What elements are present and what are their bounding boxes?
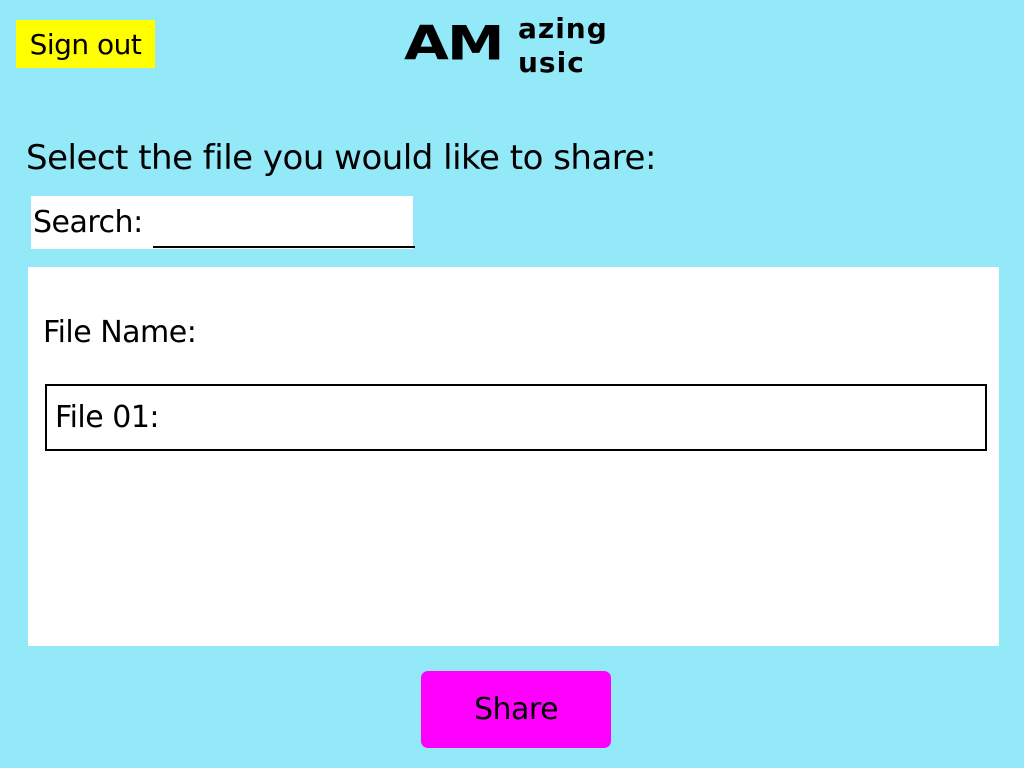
file-row-label: File 01: — [55, 400, 160, 435]
sign-out-button[interactable]: Sign out — [16, 20, 155, 68]
search-bar: Search: — [31, 196, 415, 249]
search-label: Search: — [33, 205, 143, 240]
share-button[interactable]: Share — [421, 671, 611, 748]
file-list-panel: File Name: File 01: — [28, 267, 999, 646]
page-title: Select the file you would like to share: — [26, 138, 656, 178]
search-input[interactable] — [152, 211, 415, 248]
logo-azing-text: azing — [518, 12, 608, 45]
logo-am-text: AM — [404, 15, 505, 71]
app-logo: AM azing usic — [404, 14, 624, 86]
file-name-header: File Name: — [43, 315, 197, 350]
logo-usic-text: usic — [518, 46, 585, 79]
file-row-01[interactable]: File 01: — [45, 384, 987, 451]
